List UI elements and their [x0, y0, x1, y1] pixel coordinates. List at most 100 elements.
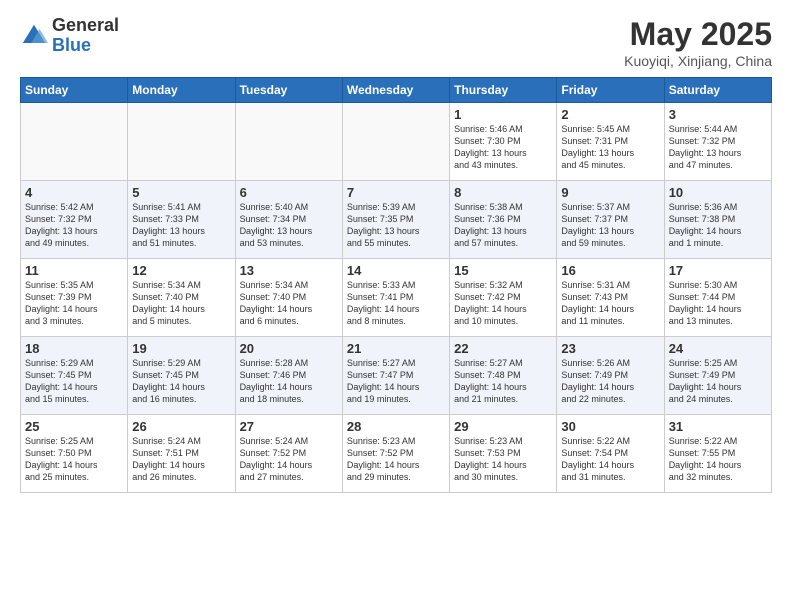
- calendar-cell: 15Sunrise: 5:32 AM Sunset: 7:42 PM Dayli…: [450, 259, 557, 337]
- calendar-cell: 21Sunrise: 5:27 AM Sunset: 7:47 PM Dayli…: [342, 337, 449, 415]
- day-info: Sunrise: 5:23 AM Sunset: 7:52 PM Dayligh…: [347, 435, 445, 484]
- day-info: Sunrise: 5:22 AM Sunset: 7:54 PM Dayligh…: [561, 435, 659, 484]
- day-number: 24: [669, 341, 767, 356]
- day-number: 8: [454, 185, 552, 200]
- col-header-wednesday: Wednesday: [342, 78, 449, 103]
- day-number: 13: [240, 263, 338, 278]
- day-number: 11: [25, 263, 123, 278]
- calendar-cell: 5Sunrise: 5:41 AM Sunset: 7:33 PM Daylig…: [128, 181, 235, 259]
- day-info: Sunrise: 5:33 AM Sunset: 7:41 PM Dayligh…: [347, 279, 445, 328]
- calendar-cell: 18Sunrise: 5:29 AM Sunset: 7:45 PM Dayli…: [21, 337, 128, 415]
- day-info: Sunrise: 5:24 AM Sunset: 7:52 PM Dayligh…: [240, 435, 338, 484]
- calendar-cell: 16Sunrise: 5:31 AM Sunset: 7:43 PM Dayli…: [557, 259, 664, 337]
- col-header-saturday: Saturday: [664, 78, 771, 103]
- logo-icon: [20, 22, 48, 50]
- calendar-week-5: 25Sunrise: 5:25 AM Sunset: 7:50 PM Dayli…: [21, 415, 772, 493]
- day-info: Sunrise: 5:22 AM Sunset: 7:55 PM Dayligh…: [669, 435, 767, 484]
- day-number: 12: [132, 263, 230, 278]
- calendar-cell: [21, 103, 128, 181]
- calendar-cell: [342, 103, 449, 181]
- day-info: Sunrise: 5:36 AM Sunset: 7:38 PM Dayligh…: [669, 201, 767, 250]
- day-number: 20: [240, 341, 338, 356]
- calendar-cell: 29Sunrise: 5:23 AM Sunset: 7:53 PM Dayli…: [450, 415, 557, 493]
- day-number: 25: [25, 419, 123, 434]
- day-info: Sunrise: 5:37 AM Sunset: 7:37 PM Dayligh…: [561, 201, 659, 250]
- day-number: 21: [347, 341, 445, 356]
- calendar-cell: 8Sunrise: 5:38 AM Sunset: 7:36 PM Daylig…: [450, 181, 557, 259]
- day-number: 28: [347, 419, 445, 434]
- day-number: 4: [25, 185, 123, 200]
- calendar: SundayMondayTuesdayWednesdayThursdayFrid…: [20, 77, 772, 493]
- col-header-thursday: Thursday: [450, 78, 557, 103]
- col-header-monday: Monday: [128, 78, 235, 103]
- day-info: Sunrise: 5:35 AM Sunset: 7:39 PM Dayligh…: [25, 279, 123, 328]
- logo-text: General Blue: [52, 16, 119, 56]
- calendar-cell: 27Sunrise: 5:24 AM Sunset: 7:52 PM Dayli…: [235, 415, 342, 493]
- day-number: 17: [669, 263, 767, 278]
- calendar-week-2: 4Sunrise: 5:42 AM Sunset: 7:32 PM Daylig…: [21, 181, 772, 259]
- day-info: Sunrise: 5:25 AM Sunset: 7:49 PM Dayligh…: [669, 357, 767, 406]
- day-info: Sunrise: 5:32 AM Sunset: 7:42 PM Dayligh…: [454, 279, 552, 328]
- day-info: Sunrise: 5:34 AM Sunset: 7:40 PM Dayligh…: [132, 279, 230, 328]
- calendar-header-row: SundayMondayTuesdayWednesdayThursdayFrid…: [21, 78, 772, 103]
- day-info: Sunrise: 5:24 AM Sunset: 7:51 PM Dayligh…: [132, 435, 230, 484]
- col-header-friday: Friday: [557, 78, 664, 103]
- day-info: Sunrise: 5:28 AM Sunset: 7:46 PM Dayligh…: [240, 357, 338, 406]
- day-info: Sunrise: 5:29 AM Sunset: 7:45 PM Dayligh…: [25, 357, 123, 406]
- day-info: Sunrise: 5:41 AM Sunset: 7:33 PM Dayligh…: [132, 201, 230, 250]
- day-number: 29: [454, 419, 552, 434]
- calendar-cell: 7Sunrise: 5:39 AM Sunset: 7:35 PM Daylig…: [342, 181, 449, 259]
- col-header-sunday: Sunday: [21, 78, 128, 103]
- day-number: 19: [132, 341, 230, 356]
- calendar-cell: 30Sunrise: 5:22 AM Sunset: 7:54 PM Dayli…: [557, 415, 664, 493]
- day-number: 2: [561, 107, 659, 122]
- calendar-cell: 23Sunrise: 5:26 AM Sunset: 7:49 PM Dayli…: [557, 337, 664, 415]
- day-number: 23: [561, 341, 659, 356]
- calendar-cell: 25Sunrise: 5:25 AM Sunset: 7:50 PM Dayli…: [21, 415, 128, 493]
- day-info: Sunrise: 5:27 AM Sunset: 7:47 PM Dayligh…: [347, 357, 445, 406]
- main-title: May 2025: [624, 16, 772, 53]
- calendar-cell: [128, 103, 235, 181]
- day-number: 27: [240, 419, 338, 434]
- calendar-cell: 4Sunrise: 5:42 AM Sunset: 7:32 PM Daylig…: [21, 181, 128, 259]
- logo-general-text: General: [52, 16, 119, 36]
- day-info: Sunrise: 5:26 AM Sunset: 7:49 PM Dayligh…: [561, 357, 659, 406]
- calendar-cell: 11Sunrise: 5:35 AM Sunset: 7:39 PM Dayli…: [21, 259, 128, 337]
- day-info: Sunrise: 5:42 AM Sunset: 7:32 PM Dayligh…: [25, 201, 123, 250]
- day-number: 6: [240, 185, 338, 200]
- day-info: Sunrise: 5:29 AM Sunset: 7:45 PM Dayligh…: [132, 357, 230, 406]
- calendar-cell: 2Sunrise: 5:45 AM Sunset: 7:31 PM Daylig…: [557, 103, 664, 181]
- calendar-cell: 1Sunrise: 5:46 AM Sunset: 7:30 PM Daylig…: [450, 103, 557, 181]
- calendar-cell: 31Sunrise: 5:22 AM Sunset: 7:55 PM Dayli…: [664, 415, 771, 493]
- day-info: Sunrise: 5:31 AM Sunset: 7:43 PM Dayligh…: [561, 279, 659, 328]
- calendar-week-1: 1Sunrise: 5:46 AM Sunset: 7:30 PM Daylig…: [21, 103, 772, 181]
- day-number: 7: [347, 185, 445, 200]
- day-info: Sunrise: 5:34 AM Sunset: 7:40 PM Dayligh…: [240, 279, 338, 328]
- day-info: Sunrise: 5:25 AM Sunset: 7:50 PM Dayligh…: [25, 435, 123, 484]
- day-number: 14: [347, 263, 445, 278]
- calendar-cell: 17Sunrise: 5:30 AM Sunset: 7:44 PM Dayli…: [664, 259, 771, 337]
- calendar-cell: 14Sunrise: 5:33 AM Sunset: 7:41 PM Dayli…: [342, 259, 449, 337]
- day-number: 3: [669, 107, 767, 122]
- calendar-cell: 9Sunrise: 5:37 AM Sunset: 7:37 PM Daylig…: [557, 181, 664, 259]
- day-number: 31: [669, 419, 767, 434]
- day-number: 22: [454, 341, 552, 356]
- day-info: Sunrise: 5:46 AM Sunset: 7:30 PM Dayligh…: [454, 123, 552, 172]
- calendar-week-4: 18Sunrise: 5:29 AM Sunset: 7:45 PM Dayli…: [21, 337, 772, 415]
- calendar-cell: 3Sunrise: 5:44 AM Sunset: 7:32 PM Daylig…: [664, 103, 771, 181]
- day-info: Sunrise: 5:44 AM Sunset: 7:32 PM Dayligh…: [669, 123, 767, 172]
- calendar-cell: [235, 103, 342, 181]
- day-number: 15: [454, 263, 552, 278]
- logo-blue-text: Blue: [52, 36, 119, 56]
- calendar-cell: 26Sunrise: 5:24 AM Sunset: 7:51 PM Dayli…: [128, 415, 235, 493]
- calendar-cell: 6Sunrise: 5:40 AM Sunset: 7:34 PM Daylig…: [235, 181, 342, 259]
- day-info: Sunrise: 5:40 AM Sunset: 7:34 PM Dayligh…: [240, 201, 338, 250]
- day-number: 26: [132, 419, 230, 434]
- day-info: Sunrise: 5:39 AM Sunset: 7:35 PM Dayligh…: [347, 201, 445, 250]
- day-number: 16: [561, 263, 659, 278]
- day-info: Sunrise: 5:45 AM Sunset: 7:31 PM Dayligh…: [561, 123, 659, 172]
- day-number: 1: [454, 107, 552, 122]
- day-info: Sunrise: 5:38 AM Sunset: 7:36 PM Dayligh…: [454, 201, 552, 250]
- day-number: 30: [561, 419, 659, 434]
- calendar-cell: 12Sunrise: 5:34 AM Sunset: 7:40 PM Dayli…: [128, 259, 235, 337]
